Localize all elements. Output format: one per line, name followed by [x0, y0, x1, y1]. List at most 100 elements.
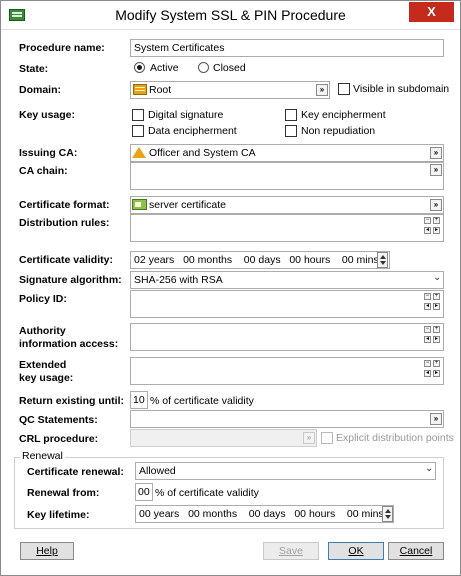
extended-key-usage-remove-button[interactable]: −	[424, 360, 431, 367]
authority-info-label-line1: Authority	[19, 325, 66, 337]
window-title: Modify System SSL & PIN Procedure	[115, 7, 346, 23]
title-bar: Modify System SSL & PIN Procedure X	[1, 1, 460, 30]
certificate-icon	[132, 199, 147, 210]
issuing-ca-picker-button[interactable]: »	[430, 147, 442, 159]
validity-mins-value: 00	[341, 254, 354, 266]
explicit-distribution-checkbox[interactable]	[321, 432, 333, 444]
validity-years-unit: years	[148, 254, 175, 266]
procedure-name-input[interactable]: System Certificates	[130, 39, 444, 57]
key-encipherment-label: Key encipherment	[301, 109, 386, 121]
policy-id-list[interactable]	[130, 290, 444, 318]
authority-info-label: Authority information access:	[19, 325, 118, 351]
authority-info-left-button[interactable]: ◂	[424, 336, 431, 343]
authority-info-add-button[interactable]: +	[433, 326, 440, 333]
lifetime-mins-value: 00	[346, 508, 359, 520]
extended-key-usage-left-button[interactable]: ◂	[424, 370, 431, 377]
digital-signature-checkbox[interactable]	[132, 109, 144, 121]
policy-id-left-button[interactable]: ◂	[424, 303, 431, 310]
policy-id-add-button[interactable]: +	[433, 293, 440, 300]
state-active-label: Active	[150, 62, 179, 74]
key-lifetime-label: Key lifetime:	[27, 509, 90, 521]
state-closed-label: Closed	[213, 62, 246, 74]
domain-field: Root	[130, 81, 330, 99]
state-label: State:	[19, 63, 49, 75]
certificate-renewal-value: Allowed	[139, 465, 176, 477]
authority-info-remove-button[interactable]: −	[424, 326, 431, 333]
save-button-label: Save	[279, 545, 303, 557]
help-button[interactable]: Help	[20, 542, 74, 560]
save-button[interactable]: Save	[263, 542, 319, 560]
certificate-format-picker-button[interactable]: »	[430, 199, 442, 211]
warning-ca-icon	[132, 147, 146, 158]
distribution-rules-left-button[interactable]: ◂	[424, 227, 431, 234]
visible-in-subdomain-checkbox[interactable]	[338, 83, 350, 95]
renewal-from-label: Renewal from:	[27, 487, 100, 499]
extended-key-usage-label: Extended key usage:	[19, 359, 73, 385]
state-active-radio[interactable]	[134, 62, 145, 73]
validity-hours-unit: hours	[303, 254, 331, 266]
certificate-format-value: server certificate	[149, 199, 227, 211]
return-existing-input[interactable]: 10	[130, 391, 148, 409]
lifetime-years-unit: years	[153, 508, 180, 520]
ca-chain-list[interactable]	[130, 162, 444, 190]
distribution-rules-right-button[interactable]: ▸	[433, 227, 440, 234]
crl-procedure-picker-button[interactable]: »	[303, 432, 315, 444]
lifetime-days-value: 00	[248, 508, 261, 520]
state-closed-radio[interactable]	[198, 62, 209, 73]
lifetime-hours-unit: hours	[308, 508, 336, 520]
validity-days-value: 00	[243, 254, 256, 266]
distribution-rules-remove-button[interactable]: −	[424, 217, 431, 224]
distribution-rules-list[interactable]	[130, 214, 444, 242]
extended-key-usage-right-button[interactable]: ▸	[433, 370, 440, 377]
ca-chain-picker-button[interactable]: »	[430, 164, 442, 176]
close-button[interactable]: X	[409, 2, 454, 22]
validity-spin-button[interactable]	[377, 252, 388, 268]
help-button-label: Help	[36, 545, 58, 557]
data-encipherment-checkbox[interactable]	[132, 125, 144, 137]
policy-id-remove-button[interactable]: −	[424, 293, 431, 300]
extended-key-usage-list[interactable]	[130, 357, 444, 385]
key-usage-label: Key usage:	[19, 109, 76, 121]
domain-picker-button[interactable]: »	[316, 84, 328, 96]
key-encipherment-checkbox[interactable]	[285, 109, 297, 121]
validity-months-value: 00	[183, 254, 195, 266]
non-repudiation-checkbox[interactable]	[285, 125, 297, 137]
validity-hours-value: 00	[289, 254, 302, 266]
certificate-format-field: server certificate	[130, 196, 444, 214]
return-existing-suffix: % of certificate validity	[150, 395, 254, 407]
key-lifetime-spin-button[interactable]	[382, 506, 393, 522]
return-existing-label: Return existing until:	[19, 395, 124, 407]
procedure-name-label: Procedure name:	[19, 42, 105, 54]
key-lifetime-input[interactable]: 00 years 00 months 00 days 00 hours 00 m…	[135, 505, 394, 523]
distribution-rules-add-button[interactable]: +	[433, 217, 440, 224]
cancel-button-label: Cancel	[399, 545, 433, 557]
signature-algorithm-select[interactable]: SHA-256 with RSA	[130, 271, 444, 289]
qc-statements-picker-button[interactable]: »	[430, 413, 442, 425]
digital-signature-label: Digital signature	[148, 109, 224, 121]
crl-procedure-label: CRL procedure:	[19, 433, 99, 445]
signature-algorithm-chevron-down-icon: ⌄	[433, 272, 442, 283]
visible-in-subdomain-label: Visible in subdomain	[353, 83, 450, 95]
root-domain-icon	[133, 84, 147, 95]
ok-button-label: OK	[348, 545, 364, 557]
authority-info-right-button[interactable]: ▸	[433, 336, 440, 343]
policy-id-right-button[interactable]: ▸	[433, 303, 440, 310]
validity-years-value: 02	[134, 254, 146, 266]
authority-info-list[interactable]	[130, 323, 444, 351]
certificate-renewal-select[interactable]: Allowed	[135, 462, 436, 480]
distribution-rules-label: Distribution rules:	[19, 217, 110, 229]
renewal-from-input[interactable]: 00	[135, 483, 153, 501]
certificate-validity-input[interactable]: 02 years 00 months 00 days 00 hours 00 m…	[130, 251, 390, 269]
lifetime-years-value: 00	[139, 508, 151, 520]
ca-chain-label: CA chain:	[19, 165, 68, 177]
ok-button[interactable]: OK	[328, 542, 384, 560]
issuing-ca-label: Issuing CA:	[19, 147, 78, 159]
lifetime-months-value: 00	[188, 508, 200, 520]
validity-days-unit: days	[258, 254, 281, 266]
extended-key-usage-add-button[interactable]: +	[433, 360, 440, 367]
certificate-format-label: Certificate format:	[19, 199, 110, 211]
qc-statements-field	[130, 410, 444, 428]
cancel-button[interactable]: Cancel	[388, 542, 444, 560]
issuing-ca-field: Officer and System CA	[130, 144, 444, 162]
certificate-renewal-label: Certificate renewal:	[27, 466, 124, 478]
